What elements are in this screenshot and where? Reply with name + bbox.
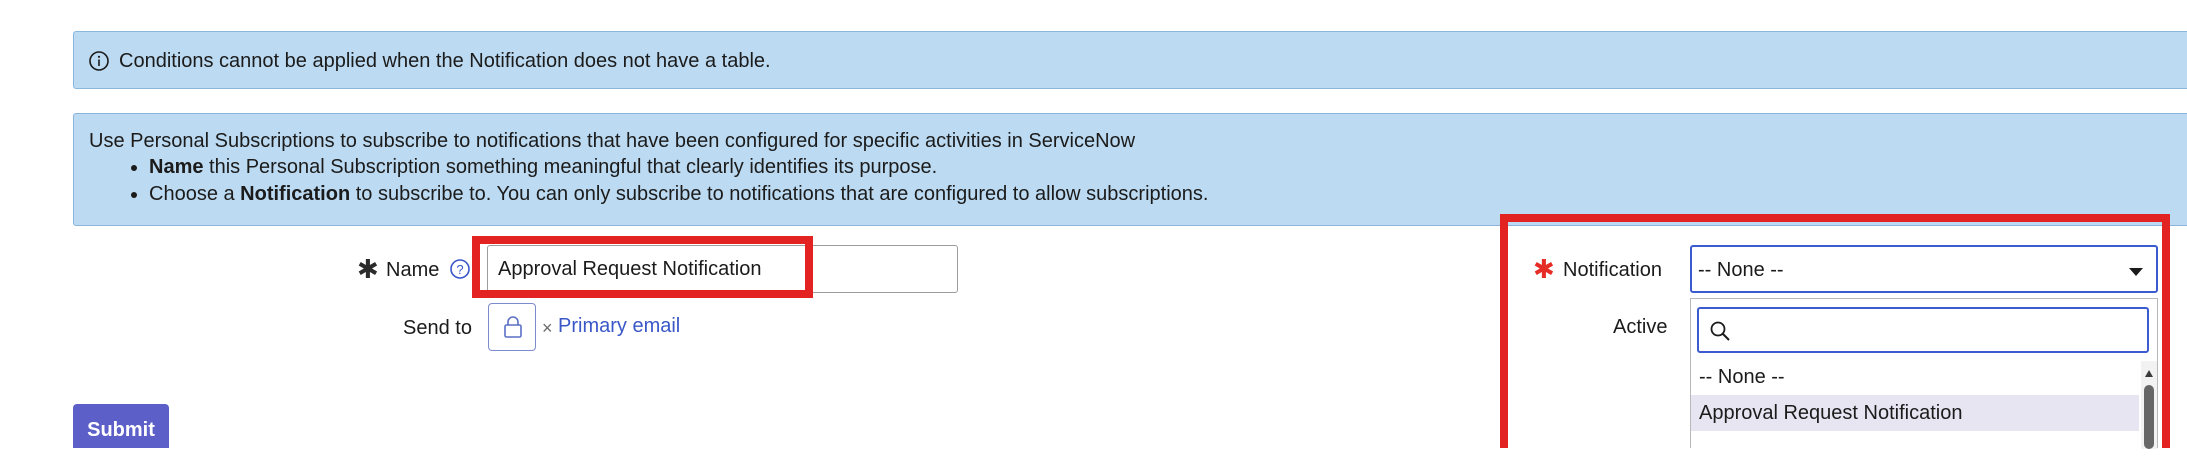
help-item-name-bold: Name — [149, 156, 204, 178]
notification-selected-value: -- None -- — [1698, 259, 1784, 281]
help-icon[interactable]: ? — [449, 258, 471, 280]
notification-select[interactable]: -- None -- — [1690, 245, 2158, 293]
help-item-name: Name this Personal Subscription somethin… — [149, 154, 1208, 181]
info-banner-text: Conditions cannot be applied when the No… — [119, 50, 771, 72]
name-label: Name — [386, 259, 440, 281]
help-item-notification-pre: Choose a — [149, 183, 241, 205]
info-banner: Conditions cannot be applied when the No… — [73, 31, 2187, 89]
help-intro: Use Personal Subscriptions to subscribe … — [89, 130, 1136, 152]
help-item-name-text: this Personal Subscription something mea… — [203, 156, 938, 178]
notification-dropdown: -- None -- Approval Request Notification — [1690, 298, 2158, 449]
dropdown-search-input[interactable] — [1697, 307, 2149, 353]
search-icon — [1709, 320, 1731, 347]
submit-button[interactable]: Submit — [73, 404, 169, 448]
scroll-up-icon[interactable] — [2144, 365, 2154, 383]
dropdown-scrollbar[interactable] — [2141, 361, 2157, 449]
caret-down-icon — [2128, 264, 2144, 282]
dropdown-option-approval-request[interactable]: Approval Request Notification — [1691, 395, 2139, 431]
help-item-notification: Choose a Notification to subscribe to. Y… — [149, 181, 1208, 208]
name-input[interactable]: Approval Request Notification — [487, 245, 958, 293]
help-item-notification-bold: Notification — [240, 183, 351, 205]
lock-button[interactable] — [488, 303, 536, 351]
svg-text:?: ? — [456, 262, 463, 277]
active-label: Active — [1613, 316, 1668, 338]
info-icon — [88, 50, 110, 72]
remove-recipient-button[interactable]: × — [542, 318, 553, 339]
scrollbar-thumb[interactable] — [2144, 385, 2154, 449]
required-indicator-notification: ✱ — [1533, 254, 1555, 284]
help-banner: Use Personal Subscriptions to subscribe … — [73, 113, 2187, 226]
required-indicator-name: ✱ — [357, 254, 379, 284]
notification-label: Notification — [1563, 259, 1662, 281]
dropdown-option-none[interactable]: -- None -- — [1691, 359, 2139, 395]
lock-icon — [502, 315, 524, 344]
send-to-label: Send to — [403, 317, 472, 339]
primary-email-link[interactable]: Primary email — [558, 315, 680, 338]
help-item-notification-text: to subscribe to. You can only subscribe … — [350, 183, 1209, 205]
help-list: Name this Personal Subscription somethin… — [149, 154, 1208, 208]
